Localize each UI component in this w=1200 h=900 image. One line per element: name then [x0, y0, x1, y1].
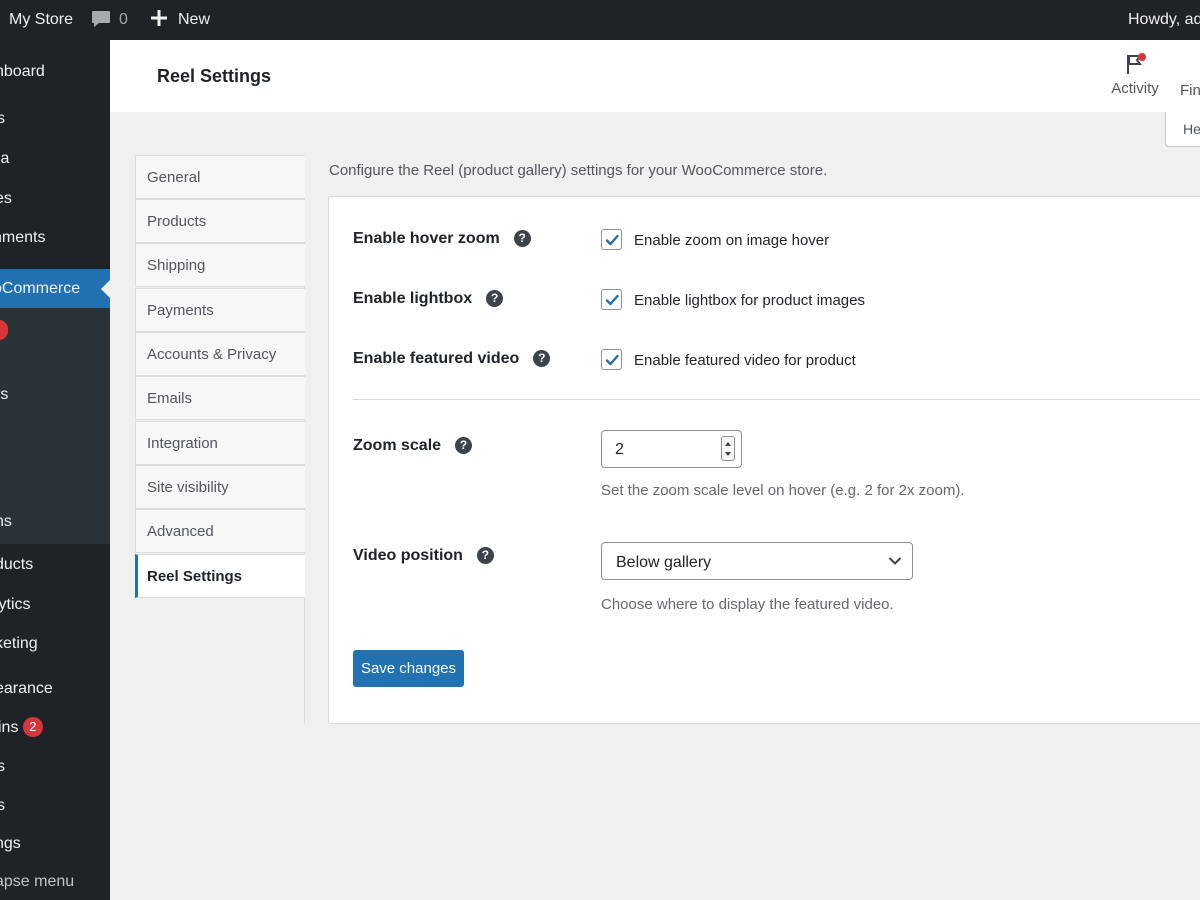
video-position-select[interactable]: Below gallery — [601, 542, 913, 580]
sidebar-item-pages[interactable]: es — [0, 187, 12, 211]
comments-count: 0 — [119, 11, 128, 28]
save-changes-button[interactable]: Save changes — [353, 650, 464, 687]
woocommerce-submenu — [0, 308, 110, 544]
lightbox-option[interactable]: Enable lightbox for product images — [601, 289, 865, 310]
plus-icon — [151, 10, 167, 26]
checkmark-icon — [605, 354, 619, 366]
question-circle-icon[interactable]: ? — [486, 290, 504, 307]
chevron-down-icon — [888, 557, 902, 565]
featured-video-checkbox[interactable] — [601, 349, 622, 370]
video-position-description: Choose where to display the featured vid… — [601, 596, 894, 613]
question-circle-icon[interactable]: ? — [476, 547, 494, 564]
checkmark-icon — [605, 294, 619, 306]
featured-video-row-label: Enable featured video? — [353, 350, 551, 368]
tab-integration[interactable]: Integration — [135, 421, 305, 465]
stepper-arrows-icon — [725, 442, 731, 456]
settings-panel: Enable hover zoom? Enable zoom on image … — [328, 196, 1200, 724]
zoom-scale-description: Set the zoom scale level on hover (e.g. … — [601, 482, 965, 499]
featured-video-checkbox-label: Enable featured video for product — [634, 352, 856, 369]
howdy-user-link[interactable]: Howdy, ad — [1128, 0, 1200, 40]
tab-accounts-privacy[interactable]: Accounts & Privacy — [135, 332, 305, 376]
lightbox-checkbox[interactable] — [601, 289, 622, 310]
sidebar-item-posts[interactable]: s — [0, 107, 5, 131]
new-label: New — [178, 11, 211, 28]
zoom-scale-value: 2 — [615, 441, 624, 458]
zoom-scale-label: Zoom scale — [353, 437, 442, 454]
admin-bar: My Store 0 New Howdy, ad — [0, 0, 1200, 40]
sidebar-item-woocommerce[interactable]: oCommerce — [0, 277, 80, 301]
hover-zoom-checkbox[interactable] — [601, 229, 622, 250]
collapse-menu-button[interactable]: apse menu — [0, 870, 74, 894]
comments-link[interactable]: 0 — [91, 0, 128, 40]
section-divider — [353, 399, 1200, 400]
featured-video-label: Enable featured video — [353, 350, 520, 367]
site-name-link[interactable]: My Store — [9, 0, 73, 40]
checkmark-icon — [605, 234, 619, 246]
question-circle-icon[interactable]: ? — [513, 230, 531, 247]
tab-shipping[interactable]: Shipping — [135, 243, 305, 287]
sidebar-item-marketing[interactable]: keting — [0, 632, 38, 656]
video-position-selected: Below gallery — [616, 554, 712, 571]
hover-zoom-checkbox-label: Enable zoom on image hover — [634, 232, 830, 249]
sidebar-item-dashboard[interactable]: hboard — [0, 60, 45, 84]
new-content-link[interactable]: New — [150, 0, 210, 40]
tab-emails[interactable]: Emails — [135, 376, 305, 420]
lightbox-row-label: Enable lightbox? — [353, 290, 504, 308]
comment-bubble-icon — [92, 11, 110, 27]
zoom-scale-stepper[interactable] — [721, 436, 735, 461]
hover-zoom-row-label: Enable hover zoom? — [353, 230, 531, 248]
sidebar-item-extensions[interactable]: ns — [0, 510, 12, 534]
activity-unread-dot — [1138, 53, 1146, 61]
question-circle-icon[interactable]: ? — [533, 350, 551, 367]
video-position-label: Video position — [353, 547, 463, 564]
zoom-scale-input[interactable]: 2 — [601, 430, 742, 468]
zoom-scale-row-label: Zoom scale? — [353, 437, 473, 455]
sidebar-item-tools[interactable]: s — [0, 794, 5, 818]
lightbox-label: Enable lightbox — [353, 290, 473, 307]
sidebar-item-settings[interactable]: ngs — [0, 832, 21, 856]
activity-label: Activity — [1111, 80, 1159, 97]
settings-tabs: General Products Shipping Payments Accou… — [135, 155, 305, 724]
question-circle-icon[interactable]: ? — [455, 437, 473, 454]
lightbox-checkbox-label: Enable lightbox for product images — [634, 292, 865, 309]
page-title: Reel Settings — [157, 66, 272, 86]
help-tab-button[interactable]: He — [1165, 112, 1200, 147]
video-position-row-label: Video position? — [353, 547, 494, 565]
settings-intro: Configure the Reel (product gallery) set… — [329, 162, 828, 179]
sidebar-item-users[interactable]: s — [0, 755, 5, 779]
tab-advanced[interactable]: Advanced — [135, 509, 305, 553]
admin-sidebar: hboard s ia es nments oCommerce rs ns du… — [0, 40, 110, 900]
sidebar-item-media[interactable]: ia — [0, 147, 9, 171]
sidebar-item-comments[interactable]: nments — [0, 226, 45, 250]
sidebar-item-appearance[interactable]: earance — [0, 677, 53, 701]
tab-reel-settings[interactable]: Reel Settings — [135, 554, 305, 598]
sidebar-item-analytics[interactable]: lytics — [0, 593, 31, 617]
tab-general[interactable]: General — [135, 155, 305, 199]
sidebar-item-customers[interactable]: rs — [0, 383, 8, 407]
tab-site-visibility[interactable]: Site visibility — [135, 465, 305, 509]
flag-icon — [1124, 52, 1146, 76]
sidebar-item-plugins[interactable]: ins 2 — [0, 716, 43, 740]
tab-products[interactable]: Products — [135, 199, 305, 243]
hover-zoom-label: Enable hover zoom — [353, 230, 500, 247]
sidebar-item-products[interactable]: ducts — [0, 553, 33, 577]
tab-payments[interactable]: Payments — [135, 288, 305, 332]
hover-zoom-option[interactable]: Enable zoom on image hover — [601, 229, 829, 250]
current-menu-arrow — [101, 280, 110, 298]
page-header: Reel Settings Activity Fin — [110, 40, 1200, 112]
finish-setup-button[interactable]: Fin — [1180, 82, 1200, 99]
activity-button[interactable]: Activity — [1110, 52, 1160, 97]
plugins-update-badge: 2 — [22, 717, 43, 737]
sidebar-item-label: ins — [0, 719, 19, 736]
featured-video-option[interactable]: Enable featured video for product — [601, 349, 856, 370]
